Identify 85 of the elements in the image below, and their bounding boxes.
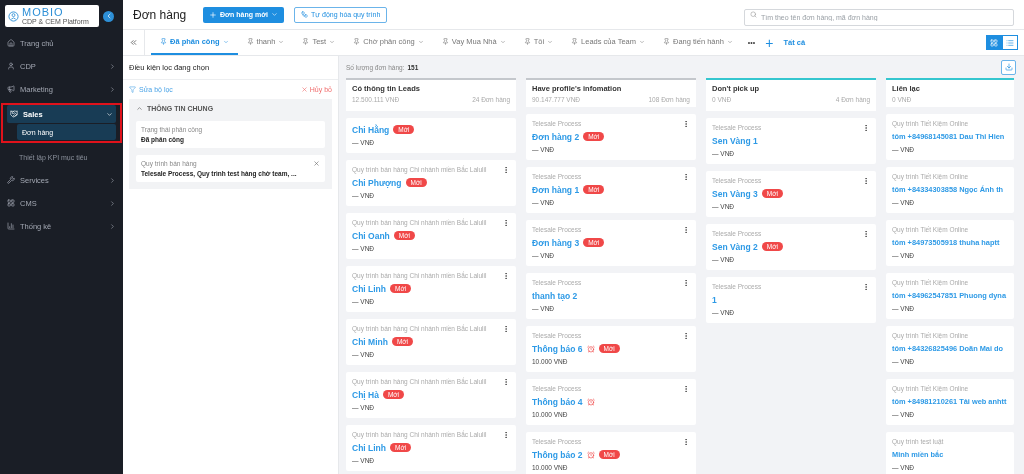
order-title[interactable]: 1: [712, 294, 717, 305]
order-title[interactable]: Chị Hà: [352, 389, 379, 400]
alarm-icon: [586, 397, 595, 406]
order-title[interactable]: thanh tạo 2: [532, 290, 578, 301]
order-title[interactable]: Đơn hàng 2: [532, 131, 580, 142]
order-title[interactable]: Sen Vàng 3: [712, 188, 758, 199]
close-icon: [300, 86, 308, 93]
chevron-right-icon: [109, 199, 116, 207]
alarm-icon: [586, 450, 595, 459]
order-title[interactable]: Sen Vàng 1: [712, 135, 758, 146]
order-title[interactable]: Chi Hằng: [352, 124, 390, 135]
order-title[interactable]: Thông báo 4: [532, 396, 583, 407]
more-icon[interactable]: [502, 218, 510, 227]
add-tab-button[interactable]: +: [761, 35, 778, 50]
order-title[interactable]: Thông báo 2: [532, 449, 583, 460]
page-title: Đơn hàng: [133, 7, 188, 22]
caret-icon: [222, 38, 229, 45]
workflow-icon: [301, 11, 309, 18]
chart-icon: [7, 222, 15, 230]
order-title[interactable]: Chi Linh: [352, 442, 386, 453]
grid-icon: [7, 199, 15, 207]
more-icon[interactable]: [502, 430, 510, 439]
chevron-right-icon: [109, 176, 116, 184]
caret-icon: [726, 38, 733, 45]
chevron-right-icon: [109, 222, 116, 230]
caret-icon: [278, 38, 285, 45]
order-title[interactable]: Sen Vàng 2: [712, 241, 758, 252]
more-icon[interactable]: [862, 282, 870, 291]
caret-icon: [499, 38, 506, 45]
order-title[interactable]: Thông báo 6: [532, 343, 583, 354]
more-icon[interactable]: [502, 324, 510, 333]
chevron-down-icon: [106, 110, 113, 118]
caret-icon: [271, 11, 279, 18]
wrench-icon: [7, 176, 15, 184]
plus-icon: [209, 10, 217, 19]
pin-icon: [246, 38, 254, 45]
more-icon[interactable]: [682, 225, 690, 234]
order-title[interactable]: Chi Oanh: [352, 230, 390, 241]
more-icon[interactable]: [682, 278, 690, 287]
logo-name: MOBIO: [22, 6, 65, 18]
more-icon[interactable]: [682, 384, 690, 393]
filter-icon: [129, 86, 136, 93]
order-title[interactable]: Chi Linh: [352, 283, 386, 294]
order-title[interactable]: Đơn hàng 3: [532, 237, 580, 248]
more-icon[interactable]: [862, 123, 870, 132]
pin-icon: [441, 38, 449, 45]
chevron-right-icon: [109, 62, 116, 70]
pin-icon: [160, 38, 167, 45]
handshake-icon: [10, 110, 18, 118]
alarm-icon: [586, 344, 595, 353]
more-icon[interactable]: [502, 271, 510, 280]
megaphone-icon: [7, 85, 15, 93]
chevron-up-icon: [136, 105, 143, 112]
grid-icon: [990, 38, 998, 47]
more-icon[interactable]: [682, 437, 690, 446]
user-icon: [7, 62, 15, 70]
caret-icon: [329, 38, 336, 45]
pin-icon: [302, 38, 310, 45]
caret-icon: [639, 38, 645, 45]
more-icon[interactable]: [502, 377, 510, 386]
pin-icon: [663, 38, 670, 45]
order-title[interactable]: Chi Minh: [352, 336, 388, 347]
order-title[interactable]: Chi Phượng: [352, 177, 402, 188]
list-view-button[interactable]: [1002, 35, 1018, 50]
person-circle-icon: [8, 10, 19, 22]
more-icon[interactable]: [682, 119, 690, 128]
download-icon: [1004, 63, 1013, 71]
home-icon: [7, 39, 15, 47]
pin-icon: [523, 38, 531, 45]
pin-icon: [353, 38, 361, 45]
pin-icon: [571, 38, 579, 45]
caret-icon: [547, 38, 554, 45]
chevron-right-icon: [109, 85, 116, 93]
list-icon: [1006, 38, 1014, 47]
more-icon[interactable]: [682, 172, 690, 181]
more-icon[interactable]: [862, 229, 870, 238]
order-title[interactable]: Đơn hàng 1: [532, 184, 580, 195]
caret-icon: [417, 38, 424, 45]
close-icon[interactable]: [313, 160, 320, 167]
more-icon[interactable]: [862, 176, 870, 185]
double-chevron-left-icon: [129, 38, 138, 47]
more-icon[interactable]: [682, 331, 690, 340]
search-icon: [750, 11, 757, 18]
collapse-sidebar-button[interactable]: [103, 10, 114, 22]
more-icon[interactable]: [502, 165, 510, 174]
